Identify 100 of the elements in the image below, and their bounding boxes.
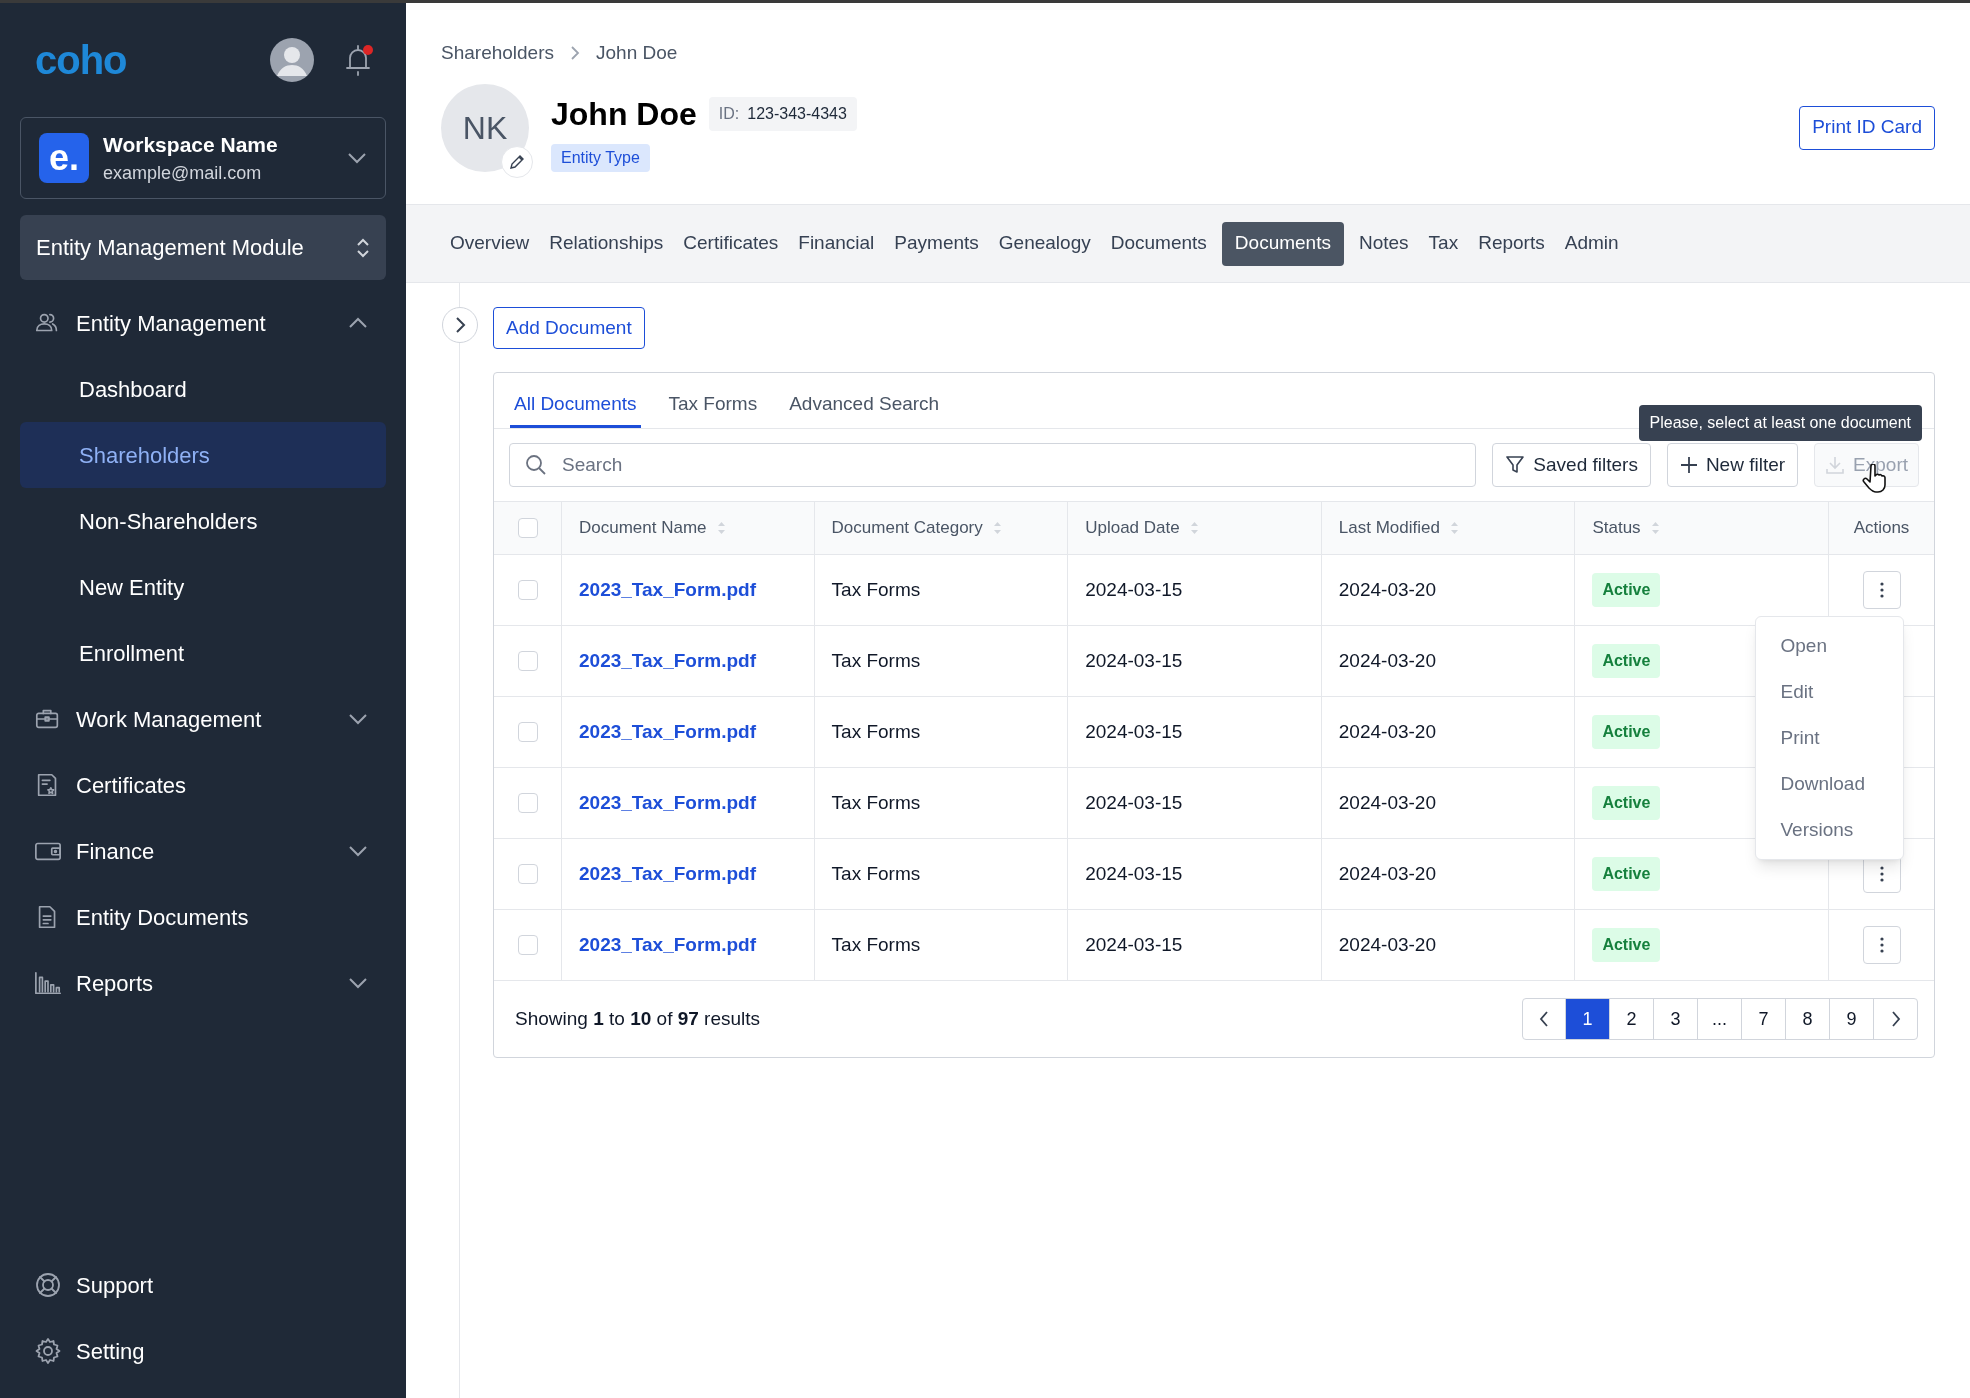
expand-panel-button[interactable]	[442, 307, 478, 343]
breadcrumb-current: John Doe	[596, 41, 678, 65]
document-link[interactable]: 2023_Tax_Form.pdf	[579, 859, 757, 889]
bar-chart-icon	[34, 969, 62, 997]
table-cell-text: Tax Forms	[831, 790, 921, 815]
sidebar-subitem[interactable]: New Entity	[20, 554, 386, 620]
tab[interactable]: Advanced Search	[785, 384, 944, 428]
pencil-icon	[509, 153, 525, 170]
page-button[interactable]: 2	[1610, 999, 1654, 1039]
tab[interactable]: Admin	[1555, 221, 1628, 266]
sidebar-item[interactable]: Setting	[20, 1318, 386, 1384]
logo: coho	[35, 37, 127, 84]
more-options-button[interactable]	[1862, 571, 1901, 609]
tab[interactable]: Relationships	[540, 221, 673, 266]
checkbox[interactable]	[517, 651, 538, 671]
page-button[interactable]: 9	[1830, 999, 1874, 1039]
checkbox[interactable]	[517, 722, 538, 742]
settings-icon	[34, 1337, 62, 1365]
user-avatar	[270, 38, 314, 82]
chevron-right-icon	[1890, 1010, 1901, 1028]
table-cell-text: 2024-03-20	[1338, 577, 1436, 602]
search-field[interactable]: Search	[509, 443, 1477, 487]
vertical-dots-icon	[1879, 937, 1884, 953]
tab[interactable]: Overview	[441, 221, 539, 266]
sidebar-subitem[interactable]: Enrollment	[20, 620, 386, 686]
status-badge: Active	[1592, 715, 1661, 749]
tab[interactable]: Tax Forms	[664, 384, 762, 428]
sidebar-item[interactable]: Entity Documents	[20, 884, 386, 950]
tab[interactable]: Tax	[1419, 221, 1468, 266]
saved-filters-button[interactable]: Saved filters	[1492, 443, 1651, 487]
checkbox[interactable]	[517, 935, 538, 955]
table-cell-text: 2024-03-20	[1338, 719, 1436, 744]
status-badge: Active	[1592, 928, 1661, 962]
sidebar-item[interactable]: Reports	[20, 950, 386, 1016]
document-link[interactable]: 2023_Tax_Form.pdf	[579, 646, 757, 676]
tab[interactable]: Reports	[1469, 221, 1554, 266]
tab[interactable]: Financial	[789, 221, 884, 266]
tab[interactable]: Documents	[1101, 221, 1216, 266]
new-filter-button[interactable]: New filter	[1666, 443, 1799, 487]
table-cell-text: 2024-03-20	[1338, 648, 1436, 673]
sidebar-item[interactable]: Entity Management	[20, 290, 386, 356]
breadcrumb-link[interactable]: Shareholders	[441, 39, 555, 68]
module-selector[interactable]: Entity Management Module	[20, 215, 386, 280]
vertical-dots-icon	[1879, 582, 1884, 598]
tab[interactable]: Certificates	[674, 221, 788, 266]
more-options-button[interactable]	[1862, 926, 1901, 964]
page-button[interactable]: 7	[1742, 999, 1786, 1039]
table-cell-text: 2024-03-15	[1085, 577, 1183, 602]
sidebar-subitem[interactable]: Dashboard	[20, 356, 386, 422]
tab[interactable]: Notes	[1349, 221, 1418, 266]
sidebar-item[interactable]: Work Management	[20, 686, 386, 752]
workspace-name: Workspace Name	[103, 131, 279, 158]
page-button[interactable]: 3	[1654, 999, 1698, 1039]
chevron-left-icon	[1539, 1010, 1549, 1028]
checkbox[interactable]	[517, 518, 538, 538]
page-button[interactable]: 1	[1566, 999, 1610, 1039]
sidebar-subitem[interactable]: Shareholders	[20, 422, 386, 488]
sidebar-item[interactable]: Certificates	[20, 752, 386, 818]
menu-item[interactable]: Edit	[1755, 669, 1903, 715]
sidebar-item[interactable]: Finance	[20, 818, 386, 884]
entity-type-badge: Entity Type	[551, 143, 650, 172]
table-cell-text: 2024-03-15	[1085, 719, 1183, 744]
table-cell-text: Tax Forms	[831, 577, 921, 602]
table-cell-text: 2024-03-20	[1338, 790, 1436, 815]
status-badge: Active	[1592, 573, 1661, 607]
document-link[interactable]: 2023_Tax_Form.pdf	[579, 575, 757, 605]
workspace-switcher[interactable]: e. Workspace Name example@mail.com	[20, 117, 386, 199]
search-icon	[525, 454, 547, 476]
tab[interactable]: Documents	[1221, 221, 1344, 266]
sidebar-item[interactable]: Support	[20, 1252, 386, 1318]
print-id-card-button[interactable]: Print ID Card	[1799, 105, 1935, 150]
page-button[interactable]: 8	[1786, 999, 1830, 1039]
menu-item[interactable]: Versions	[1755, 807, 1903, 853]
chevron-right-icon	[570, 45, 581, 62]
checkbox[interactable]	[517, 580, 538, 600]
column-header: Document Category	[831, 517, 983, 540]
table-cell-text: Tax Forms	[831, 932, 921, 957]
column-header: Document Name	[579, 517, 707, 540]
menu-item[interactable]: Open	[1755, 623, 1903, 669]
status-badge: Active	[1592, 786, 1661, 820]
page-button[interactable]: ...	[1698, 999, 1742, 1039]
edit-avatar-button[interactable]	[501, 145, 533, 178]
tab[interactable]: All Documents	[510, 384, 641, 428]
module-name: Entity Management Module	[36, 234, 304, 262]
lifebuoy-icon	[34, 1271, 62, 1299]
tab[interactable]: Payments	[885, 221, 988, 266]
checkbox[interactable]	[517, 864, 538, 884]
tab[interactable]: Genealogy	[989, 221, 1100, 266]
add-document-button[interactable]: Add Document	[493, 307, 645, 349]
document-link[interactable]: 2023_Tax_Form.pdf	[579, 788, 757, 818]
workspace-email: example@mail.com	[103, 162, 263, 186]
table-cell-text: Tax Forms	[831, 648, 921, 673]
document-link[interactable]: 2023_Tax_Form.pdf	[579, 930, 757, 960]
menu-item[interactable]: Download	[1755, 761, 1903, 807]
tooltip: Please, select at least one document	[1638, 405, 1922, 441]
menu-item[interactable]: Print	[1755, 715, 1903, 761]
checkbox[interactable]	[517, 793, 538, 813]
profile-name: John Doe	[551, 94, 697, 134]
document-link[interactable]: 2023_Tax_Form.pdf	[579, 717, 757, 747]
sidebar-subitem[interactable]: Non-Shareholders	[20, 488, 386, 554]
